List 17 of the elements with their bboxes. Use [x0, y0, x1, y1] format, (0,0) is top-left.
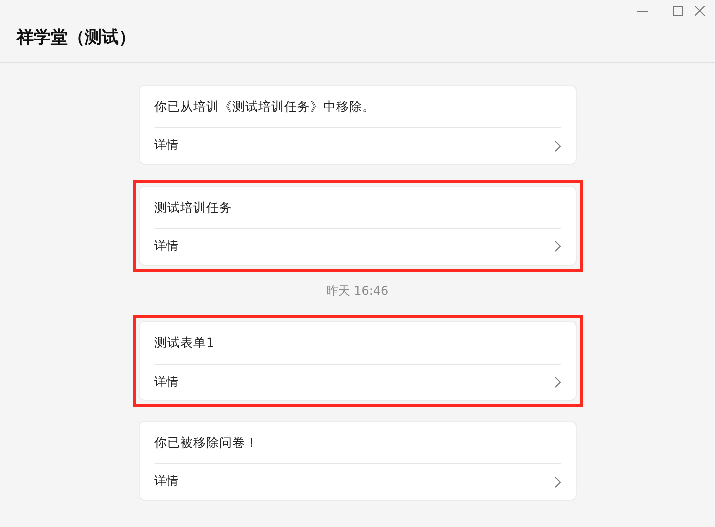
details-link[interactable]: 详情 [154, 128, 560, 164]
message-text: 测试表单1 [154, 322, 560, 365]
maximize-icon [672, 6, 682, 16]
window-title: 祥学堂（测试） [17, 27, 136, 50]
details-link[interactable]: 详情 [154, 464, 560, 500]
details-link[interactable]: 详情 [154, 364, 560, 400]
close-icon [695, 6, 705, 16]
chevron-right-icon [554, 140, 560, 152]
chevron-right-icon [554, 376, 560, 388]
timestamp: 昨天 16:46 [326, 284, 389, 300]
minimize-icon [637, 10, 648, 12]
message-text: 你已被移除问卷！ [154, 422, 560, 464]
message-text: 你已从培训《测试培训任务》中移除。 [154, 86, 560, 128]
chevron-right-icon [554, 476, 560, 488]
chevron-right-icon [554, 241, 560, 252]
message-text: 测试培训任务 [154, 186, 560, 230]
details-link[interactable]: 详情 [154, 229, 560, 265]
